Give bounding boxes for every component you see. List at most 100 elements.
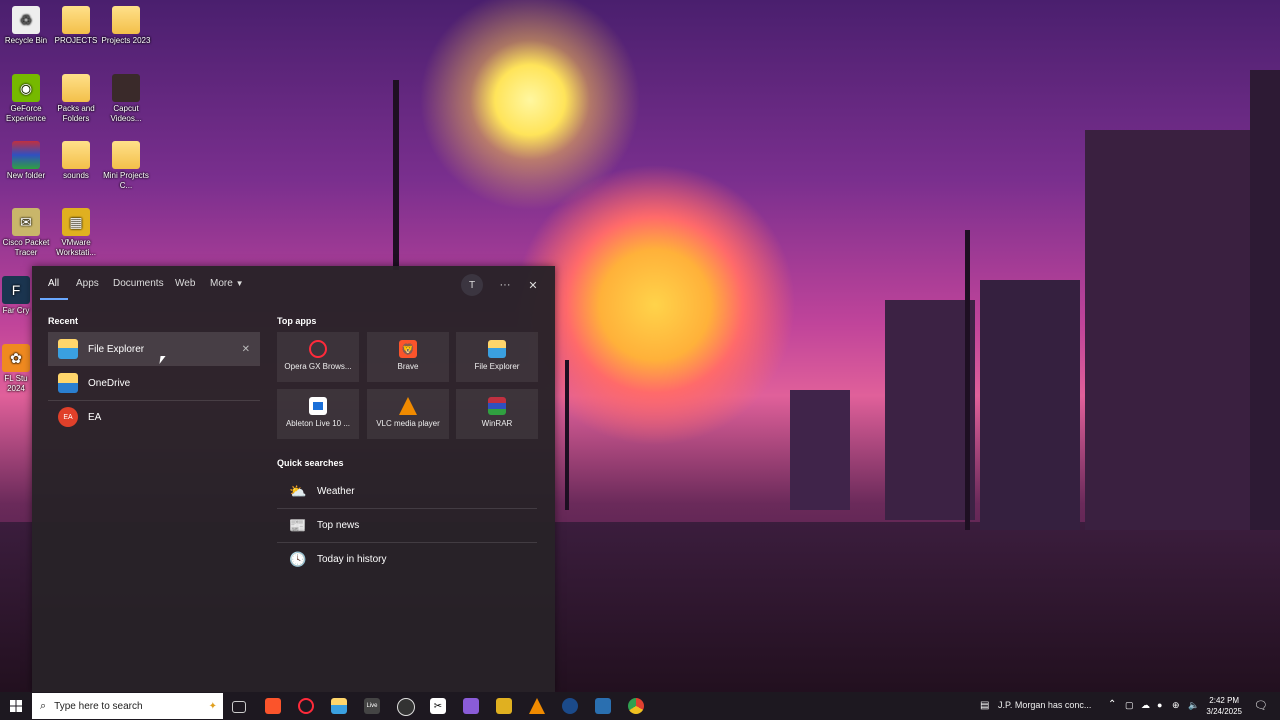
cloud-icon[interactable]: ☁ <box>1141 700 1150 711</box>
top-app-winrar[interactable]: WinRAR <box>456 389 538 439</box>
desktop-icon[interactable]: New folder <box>0 141 52 181</box>
desktop-icon-label: VMware Workstati... <box>56 238 96 257</box>
news-icon[interactable]: ▤ <box>980 700 989 711</box>
desktop-icon[interactable]: PROJECTS <box>50 6 102 46</box>
chrome-icon[interactable] <box>628 698 644 714</box>
ea-icon: EA <box>58 407 78 427</box>
folder-icon <box>62 6 90 34</box>
quick-search-label: Today in history <box>317 553 387 565</box>
network-icon[interactable]: ⊕ <box>1172 700 1180 711</box>
desktop-icon-label: PROJECTS <box>54 36 98 45</box>
news-ticker[interactable]: J.P. Morgan has conc... <box>998 700 1091 710</box>
clock-icon: 🕓 <box>289 550 307 567</box>
task-view-icon[interactable] <box>232 701 246 713</box>
top-app-ableton[interactable]: Ableton Live 10 ... <box>277 389 359 439</box>
news-icon: 📰 <box>289 516 307 533</box>
recent-item-ea[interactable]: EA EA <box>48 400 260 434</box>
search-highlight-icon: ✦ <box>208 700 217 712</box>
folder-icon <box>112 74 140 102</box>
tab-web[interactable]: Web <box>175 278 195 289</box>
vlc-icon[interactable] <box>529 698 545 714</box>
top-app-opera-gx[interactable]: Opera GX Brows... <box>277 332 359 382</box>
weather-icon: ⛅ <box>289 482 307 499</box>
chevron-down-icon: ▼ <box>235 279 244 288</box>
top-app-brave[interactable]: 🦁 Brave <box>367 332 449 382</box>
tab-more-label: More <box>210 278 233 289</box>
desktop-icon-label: Capcut Videos... <box>110 104 142 123</box>
flstudio-icon: ✿ <box>2 344 30 372</box>
desktop-icon-label: GeForce Experience <box>5 104 47 123</box>
desktop-icon[interactable]: ♻ Recycle Bin <box>0 6 52 46</box>
top-app-label: Ableton Live 10 ... <box>285 419 351 428</box>
file-explorer-icon[interactable] <box>331 698 347 714</box>
recent-item-file-explorer[interactable]: File Explorer ✕ <box>48 332 260 366</box>
clock-date: 3/24/2025 <box>1206 707 1242 716</box>
desktop-icon[interactable]: ✉ Cisco Packet Tracer <box>0 208 52 258</box>
file-explorer-icon <box>488 340 506 358</box>
brave-icon[interactable] <box>265 698 281 714</box>
taskbar-clock[interactable]: 2:42 PM 3/24/2025 <box>1206 695 1242 717</box>
steam-icon[interactable] <box>562 698 578 714</box>
top-app-vlc[interactable]: VLC media player <box>367 389 449 439</box>
quick-search-top-news[interactable]: 📰 Top news <box>277 508 537 542</box>
quick-search-label: Weather <box>317 485 355 497</box>
tab-apps[interactable]: Apps <box>76 278 99 289</box>
search-panel: All Apps Documents Web More ▼ T ··· ✕ Re… <box>32 266 555 692</box>
tab-more[interactable]: More ▼ <box>210 278 244 289</box>
desktop-icon[interactable]: sounds <box>50 141 102 181</box>
taskbar-search-box[interactable]: ⌕ Type here to search ✦ <box>32 693 223 719</box>
tab-documents[interactable]: Documents <box>113 278 164 289</box>
search-icon: ⌕ <box>40 699 47 712</box>
vlc-icon <box>399 397 417 415</box>
more-options-button[interactable]: ··· <box>494 274 516 296</box>
account-avatar[interactable]: T <box>461 274 483 296</box>
quick-search-weather[interactable]: ⛅ Weather <box>277 474 537 508</box>
top-app-label: File Explorer <box>474 362 520 371</box>
tab-all[interactable]: All <box>48 278 59 289</box>
vmware-icon[interactable] <box>496 698 512 714</box>
capcut-icon[interactable]: ✂ <box>430 698 446 714</box>
wallpaper-street-pole <box>565 360 569 510</box>
recent-item-label: EA <box>88 411 102 423</box>
wallpaper-building <box>790 390 850 510</box>
desktop-icon[interactable]: F Far Cry <box>0 276 32 316</box>
microphone-icon[interactable]: ● <box>1157 700 1162 710</box>
search-placeholder: Type here to search <box>54 700 143 712</box>
desktop-icon-label: Mini Projects C... <box>103 171 149 190</box>
top-app-label: Opera GX Brows... <box>284 362 352 371</box>
desktop-icon[interactable]: Capcut Videos... <box>100 74 152 124</box>
top-app-file-explorer[interactable]: File Explorer <box>456 332 538 382</box>
desktop-icon-label: Packs and Folders <box>57 104 95 123</box>
desktop-icon[interactable]: Packs and Folders <box>50 74 102 124</box>
start-button[interactable] <box>0 692 32 720</box>
winrar-icon <box>12 141 40 169</box>
quick-search-label: Top news <box>317 519 360 531</box>
ableton-icon[interactable]: Live <box>364 698 380 714</box>
desktop-icon[interactable]: ✿ FL Stu 2024 <box>0 344 32 394</box>
desktop-icon[interactable]: ▦ VMware Workstati... <box>50 208 102 258</box>
chevron-up-icon[interactable]: ⌃ <box>1108 699 1116 710</box>
kali-icon[interactable] <box>595 698 611 714</box>
geforce-icon: ◉ <box>12 74 40 102</box>
obs-icon[interactable] <box>397 698 415 716</box>
top-app-label: VLC media player <box>376 419 440 428</box>
opera-gx-icon[interactable] <box>298 698 314 714</box>
volume-icon[interactable]: 🔈 <box>1188 700 1199 711</box>
file-explorer-icon <box>58 339 78 359</box>
desktop-icon-label: New folder <box>6 171 46 180</box>
desktop-icon[interactable]: ◉ GeForce Experience <box>0 74 52 124</box>
quick-search-today-in-history[interactable]: 🕓 Today in history <box>277 542 537 576</box>
top-app-label: WinRAR <box>481 419 513 428</box>
wallpaper-building <box>885 300 975 520</box>
notifications-icon[interactable]: 🗨 <box>1254 699 1268 712</box>
taskbar: ⌕ Type here to search ✦ Live ✂ ▤ J.P. Mo… <box>0 692 1280 720</box>
desktop-icon-label: Recycle Bin <box>4 36 48 45</box>
visual-studio-icon[interactable] <box>463 698 479 714</box>
desktop-icon-label: Far Cry <box>2 306 30 315</box>
recent-item-onedrive[interactable]: OneDrive <box>48 366 260 400</box>
remove-recent-button[interactable]: ✕ <box>242 344 250 355</box>
desktop-icon[interactable]: Projects 2023 <box>100 6 152 46</box>
desktop-icon[interactable]: Mini Projects C... <box>100 141 152 191</box>
tray-icon[interactable]: ▢ <box>1125 700 1134 711</box>
close-button[interactable]: ✕ <box>522 274 544 296</box>
